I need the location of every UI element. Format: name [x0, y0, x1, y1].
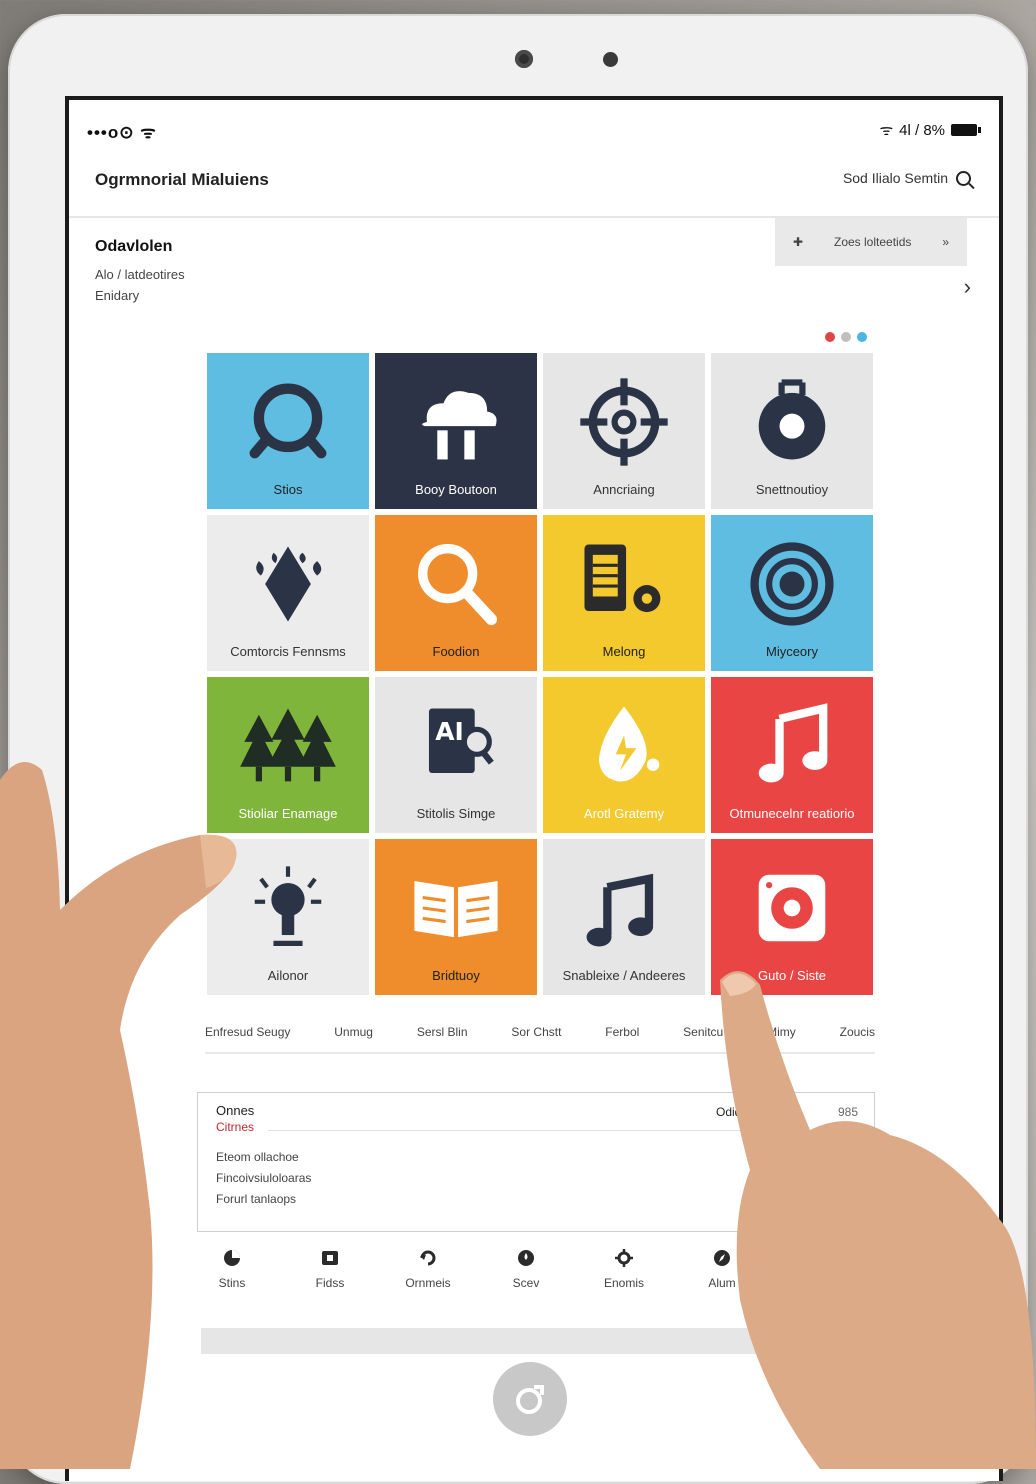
- quick-action-button[interactable]: ✚ Zoes lolteetids »: [775, 218, 967, 266]
- app-tile[interactable]: Miyceory: [711, 515, 873, 671]
- tab-item[interactable]: Ferbol: [605, 1025, 639, 1039]
- tile-label: Foodion: [432, 644, 480, 659]
- app-tile[interactable]: Stios: [207, 353, 369, 509]
- app-header: Ogrmnorial Mialuiens Sod Ilialo Semtin: [69, 160, 999, 218]
- home-button[interactable]: [493, 1362, 567, 1436]
- home-swirl-icon: [516, 1385, 544, 1414]
- book-icon: [414, 880, 498, 938]
- carousel-dot[interactable]: [841, 332, 851, 342]
- dock-label: Scev: [512, 1276, 540, 1290]
- sensor-icon: [603, 52, 618, 67]
- app-grid: Stios Booy Boutoon Anncriaing Snettnoutioy C…: [207, 353, 873, 995]
- lightbulb-icon: [254, 866, 322, 946]
- speaker-icon: [758, 874, 826, 942]
- dock-item-enomis[interactable]: Enomis: [589, 1248, 659, 1290]
- tile-label: Stitolis Simge: [416, 806, 496, 821]
- tile-label: Arotl Gratemy: [583, 806, 665, 821]
- tab-item[interactable]: Sor Chstt: [511, 1025, 561, 1039]
- app-tile[interactable]: Snableixe / Andeeres: [543, 839, 705, 995]
- target-icon: [750, 542, 834, 626]
- cloud-icon: [422, 391, 497, 460]
- tile-label: Otmunecelnr reatiorio: [729, 806, 855, 821]
- app-tile[interactable]: Anncriaing: [543, 353, 705, 509]
- right-hand: [720, 971, 1036, 1469]
- tile-label: Snettnoutioy: [755, 482, 829, 497]
- app-tile[interactable]: Otmunecelnr reatiorio: [711, 677, 873, 833]
- app-tile[interactable]: Booy Boutoon: [375, 353, 537, 509]
- signal-status: •••o⊙ ᯤ: [87, 123, 157, 142]
- dock-item-fidss[interactable]: Fidss: [295, 1248, 365, 1290]
- tile-label: Miyceory: [765, 644, 818, 659]
- app-tile[interactable]: Bridtuoy: [375, 839, 537, 995]
- trees-icon: [240, 708, 336, 782]
- overview-line: Alo / latdeotires: [95, 267, 185, 282]
- drop-icon: [518, 1250, 534, 1266]
- device-gear-icon: [584, 544, 661, 613]
- left-hand: [0, 762, 237, 1469]
- gauge-icon: [758, 379, 826, 460]
- search-button[interactable]: Sod Ilialo Semtin: [843, 170, 971, 186]
- square-icon: [322, 1251, 338, 1265]
- app-tile[interactable]: AI Stitolis Simge: [375, 677, 537, 833]
- tile-label: Booy Boutoon: [415, 482, 497, 497]
- status-bar: •••o⊙ ᯤ ᯤ 4l / 8%: [69, 100, 999, 160]
- crosshair-icon: [580, 378, 668, 466]
- tab-item[interactable]: Sersl Blin: [417, 1025, 468, 1039]
- gear-icon: [615, 1249, 633, 1267]
- carousel-dot[interactable]: [857, 332, 867, 342]
- bottom-dock: Stins Fidss Ornmeis Scev Enomis Alum: [197, 1248, 757, 1290]
- search-icon: [956, 170, 971, 186]
- camera-icon: [515, 50, 533, 68]
- battery-icon: [951, 124, 981, 136]
- app-tile[interactable]: Foodion: [375, 515, 537, 671]
- app-title: Ogrmnorial Mialuiens: [95, 170, 269, 189]
- magnifier-icon: [418, 543, 498, 626]
- tile-label: Snableixe / Andeeres: [562, 968, 686, 983]
- tile-label: Anncriaing: [593, 482, 655, 497]
- document-search-icon: AI: [428, 708, 494, 774]
- music-note-icon: [758, 703, 828, 783]
- carousel-indicator: [825, 332, 867, 342]
- wifi-icon: ᯤ: [879, 122, 894, 139]
- tile-label: Comtorcis Fennsms: [230, 644, 346, 659]
- battery-status: ᯤ 4l / 8%: [879, 120, 981, 140]
- leaf-icon: [256, 546, 322, 622]
- svg-text:AI: AI: [435, 717, 464, 746]
- tab-item[interactable]: Unmug: [334, 1025, 373, 1039]
- overview-line: Enidary: [95, 288, 140, 303]
- music-notes-icon: [586, 873, 654, 947]
- dock-item-scev[interactable]: Scev: [491, 1248, 561, 1290]
- plus-icon: ✚: [793, 235, 804, 249]
- tile-label: Melong: [602, 644, 646, 659]
- overview-section: Odavlolen Alo / latdeotires Enidary: [95, 238, 185, 306]
- chevron-right-icon[interactable]: ›: [964, 274, 971, 300]
- arrow-icon: »: [942, 235, 949, 249]
- dock-label: Fidss: [315, 1276, 345, 1290]
- search-circle-icon: [249, 383, 327, 459]
- drop-bolt-icon: [599, 706, 660, 782]
- dock-item-ornmeis[interactable]: Ornmeis: [393, 1248, 463, 1290]
- overview-title: Odavlolen: [95, 238, 173, 255]
- dock-label: Enomis: [603, 1276, 644, 1290]
- tile-label: Stios: [273, 482, 303, 497]
- carousel-dot[interactable]: [825, 332, 835, 342]
- battery-label: 4l / 8%: [899, 121, 945, 139]
- refresh-icon: [420, 1250, 436, 1266]
- app-tile[interactable]: Arotl Gratemy: [543, 677, 705, 833]
- quick-action-label: Zoes lolteetids: [834, 235, 912, 249]
- app-tile[interactable]: Snettnoutioy: [711, 353, 873, 509]
- search-label: Sod Ilialo Semtin: [842, 170, 948, 186]
- app-tile[interactable]: Comtorcis Fennsms: [207, 515, 369, 671]
- tile-label: Bridtuoy: [432, 968, 480, 983]
- dock-label: Ornmeis: [405, 1276, 451, 1290]
- app-tile[interactable]: Melong: [543, 515, 705, 671]
